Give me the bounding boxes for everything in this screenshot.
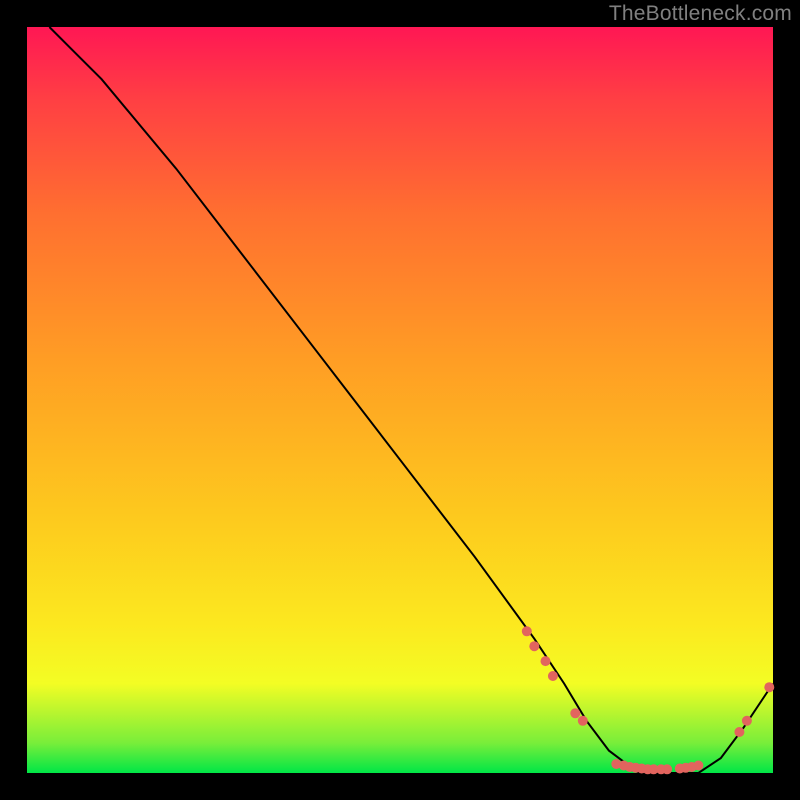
data-marker [578,716,588,726]
data-marker [693,761,703,771]
data-marker [662,764,672,774]
gradient-background [27,27,773,773]
data-marker [548,671,558,681]
bottleneck-chart [0,0,800,800]
data-marker [764,682,774,692]
data-marker [734,727,744,737]
data-marker [529,641,539,651]
data-marker [541,656,551,666]
data-marker [522,626,532,636]
watermark-text: TheBottleneck.com [609,2,792,26]
data-marker [570,708,580,718]
data-marker [742,716,752,726]
chart-stage: TheBottleneck.com [0,0,800,800]
